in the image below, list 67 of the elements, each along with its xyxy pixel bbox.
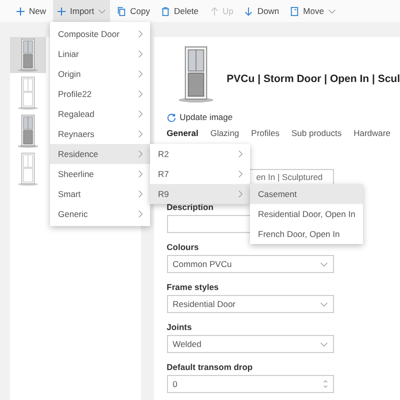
chevron-right-icon: [138, 30, 143, 38]
chevron-right-icon: [138, 170, 143, 178]
document-icon: [290, 6, 300, 16]
menu-item[interactable]: R9: [150, 184, 250, 204]
tab[interactable]: Profiles: [251, 128, 280, 138]
plus-icon: [57, 6, 66, 16]
menu-item[interactable]: Residential Door, Open In: [250, 204, 364, 224]
chevron-down-icon: [328, 8, 336, 14]
field-label: Description: [166, 202, 214, 212]
refresh-icon: [166, 112, 176, 122]
update-image-button[interactable]: Update image: [166, 112, 233, 122]
chevron-right-icon: [138, 90, 143, 98]
toolbar-button[interactable]: Move: [286, 0, 340, 22]
chevron-right-icon: [238, 170, 243, 178]
menu-item[interactable]: Liniar: [50, 44, 150, 64]
toolbar-button[interactable]: Copy: [113, 0, 154, 22]
menu-item[interactable]: Composite Door: [50, 24, 150, 44]
field-value: en In | Sculptured: [256, 172, 323, 182]
chevron-right-icon: [238, 150, 243, 158]
menu-item[interactable]: Residence: [50, 144, 150, 164]
tab[interactable]: Sub products: [292, 128, 342, 138]
tab[interactable]: General: [166, 128, 198, 138]
down-arrow-icon: [244, 6, 254, 16]
menu-item[interactable]: Reynaers: [50, 124, 150, 144]
menu-item[interactable]: Generic: [50, 204, 150, 224]
chevron-right-icon: [138, 210, 143, 218]
chevron-right-icon: [238, 190, 243, 198]
menu-item[interactable]: Profile22: [50, 84, 150, 104]
menu-item[interactable]: R2: [150, 144, 250, 164]
dropdown-field[interactable]: Welded: [166, 335, 334, 353]
chevron-right-icon: [138, 130, 143, 138]
spinner-icon: [322, 378, 328, 390]
toolbar-button[interactable]: Down: [240, 0, 284, 22]
menu-item[interactable]: Sheerline: [50, 164, 150, 184]
trash-icon: [160, 6, 170, 16]
menu-item[interactable]: Smart: [50, 184, 150, 204]
chevron-right-icon: [138, 150, 143, 158]
up-arrow-icon: [210, 6, 219, 16]
menu-item[interactable]: French Door, Open In: [250, 224, 364, 244]
number-field[interactable]: 0: [166, 375, 334, 393]
product-title: PVCu | Storm Door | Open In | Scul: [226, 73, 400, 85]
menu-item[interactable]: R7: [150, 164, 250, 184]
field-label: Frame styles: [166, 282, 220, 292]
toolbar-button[interactable]: Delete: [156, 0, 203, 22]
menu-item[interactable]: Casement: [250, 184, 364, 204]
toolbar-button[interactable]: New: [12, 0, 50, 22]
dropdown-field[interactable]: Common PVCu: [166, 255, 334, 273]
tab[interactable]: Hardware: [354, 128, 390, 138]
chevron-right-icon: [138, 50, 143, 58]
plus-icon: [16, 6, 25, 16]
tab[interactable]: Glazing: [210, 128, 240, 138]
menu-item[interactable]: Regalead: [50, 104, 150, 124]
chevron-down-icon: [98, 8, 106, 14]
copy-icon: [117, 6, 126, 16]
chevron-down-icon: [320, 342, 328, 346]
field-label: Default transom drop: [166, 362, 254, 372]
chevron-down-icon: [320, 302, 328, 306]
field-label: Colours: [166, 242, 200, 252]
product-thumbnail[interactable]: [10, 37, 46, 73]
menu-item[interactable]: Origin: [50, 64, 150, 84]
field-label: Joints: [166, 322, 193, 332]
chevron-right-icon: [138, 190, 143, 198]
chevron-right-icon: [138, 70, 143, 78]
chevron-right-icon: [138, 110, 143, 118]
toolbar-button[interactable]: Import: [53, 0, 110, 22]
chevron-down-icon: [320, 262, 328, 266]
dropdown-field[interactable]: Residential Door: [166, 295, 334, 313]
